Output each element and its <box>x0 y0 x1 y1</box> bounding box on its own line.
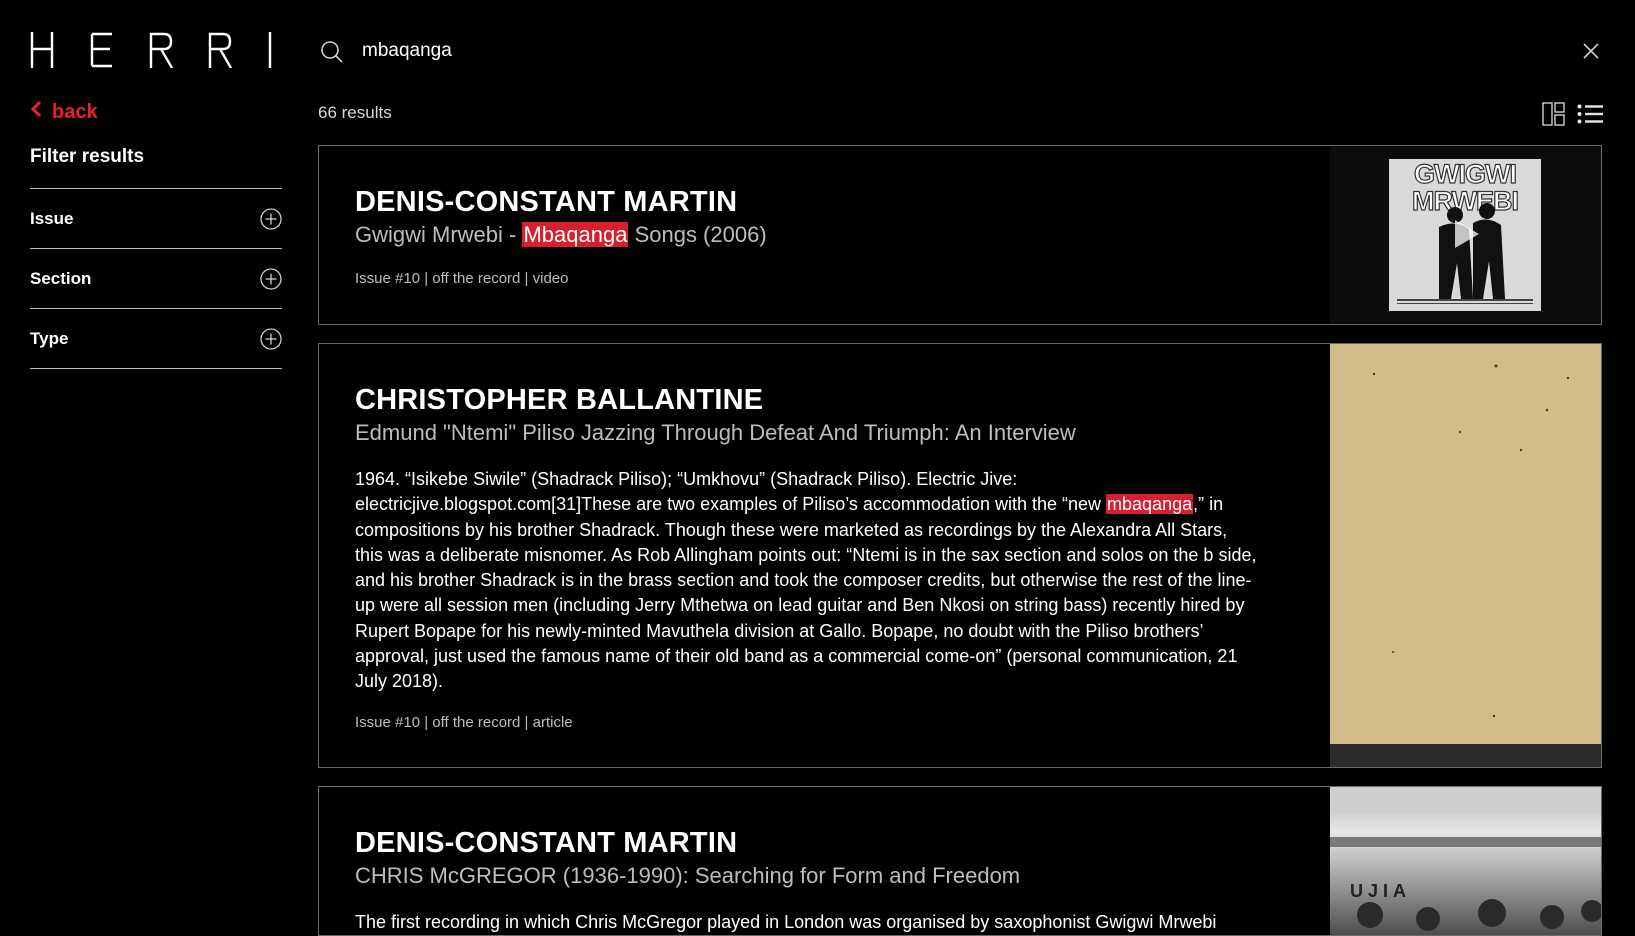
filter-label: Section <box>30 268 92 288</box>
result-title[interactable]: Gwigwi Mrwebi - Mbaqanga Songs (2006) <box>355 222 767 248</box>
result-thumbnail[interactable] <box>1330 344 1601 767</box>
result-thumbnail[interactable]: GWIGWI MRWEBI <box>1330 146 1601 324</box>
tan-image <box>1330 344 1601 744</box>
result-author[interactable]: DENIS-CONSTANT MARTIN <box>355 186 737 219</box>
result-author[interactable]: DENIS-CONSTANT MARTIN <box>355 827 737 860</box>
title-text: Gwigwi Mrwebi - <box>355 222 523 247</box>
back-button[interactable]: back <box>30 100 98 124</box>
back-label: back <box>52 100 98 123</box>
image-footer-bar <box>1330 744 1601 767</box>
photo-text: UJIA <box>1350 881 1411 901</box>
result-title[interactable]: Edmund "Ntemi" Piliso Jazzing Through De… <box>355 420 1076 446</box>
search-input[interactable] <box>362 36 1462 66</box>
excerpt-text: ,” in compositions by his brother Shadra… <box>355 494 1257 692</box>
filter-list: Issue Section Type <box>30 188 282 369</box>
filter-issue[interactable]: Issue <box>30 189 282 249</box>
filter-label: Type <box>30 328 69 348</box>
result-author[interactable]: CHRISTOPHER BALLANTINE <box>355 384 763 417</box>
play-icon[interactable] <box>1447 216 1483 257</box>
search-highlight: Mbaqanga <box>522 222 629 247</box>
result-card[interactable]: CHRISTOPHER BALLANTINE Edmund "Ntemi" Pi… <box>318 343 1602 768</box>
results-count: 66 results <box>318 103 392 122</box>
album-cover: GWIGWI MRWEBI <box>1389 159 1541 311</box>
filter-label: Issue <box>30 208 74 228</box>
grid-view-icon[interactable] <box>1542 102 1565 131</box>
chevron-left-icon <box>30 100 42 124</box>
logo-mark <box>30 32 272 68</box>
plus-circle-icon[interactable] <box>260 207 282 230</box>
result-card[interactable]: DENIS-CONSTANT MARTIN CHRIS McGREGOR (19… <box>318 786 1602 936</box>
photo-shapes: UJIA <box>1330 787 1601 931</box>
plus-circle-icon[interactable] <box>260 267 282 290</box>
plus-circle-icon[interactable] <box>260 327 282 350</box>
close-icon[interactable] <box>1582 42 1600 60</box>
excerpt-text: 1964. “Isikebe Siwile” (Shadrack Piliso)… <box>355 469 1107 515</box>
result-meta: Issue #10 | off the record | video <box>355 270 569 287</box>
title-text: Songs (2006) <box>628 222 767 247</box>
list-view-icon[interactable] <box>1577 104 1603 129</box>
result-meta: Issue #10 | off the record | article <box>355 714 573 731</box>
search-icon[interactable] <box>320 40 344 64</box>
logo[interactable]: HERRI <box>30 32 275 68</box>
result-card[interactable]: DENIS-CONSTANT MARTIN Gwigwi Mrwebi - Mb… <box>318 145 1602 325</box>
filter-type[interactable]: Type <box>30 309 282 369</box>
result-excerpt: The first recording in which Chris McGre… <box>355 912 1217 932</box>
result-excerpt: 1964. “Isikebe Siwile” (Shadrack Piliso)… <box>355 467 1260 695</box>
bw-photo: UJIA <box>1330 787 1601 935</box>
result-thumbnail[interactable]: UJIA <box>1330 787 1601 935</box>
image-specks <box>1372 364 1570 718</box>
result-title[interactable]: CHRIS McGREGOR (1936-1990): Searching fo… <box>355 863 1020 889</box>
filter-section[interactable]: Section <box>30 249 282 309</box>
search-highlight: mbaqanga <box>1106 494 1194 515</box>
filter-title: Filter results <box>30 146 145 167</box>
